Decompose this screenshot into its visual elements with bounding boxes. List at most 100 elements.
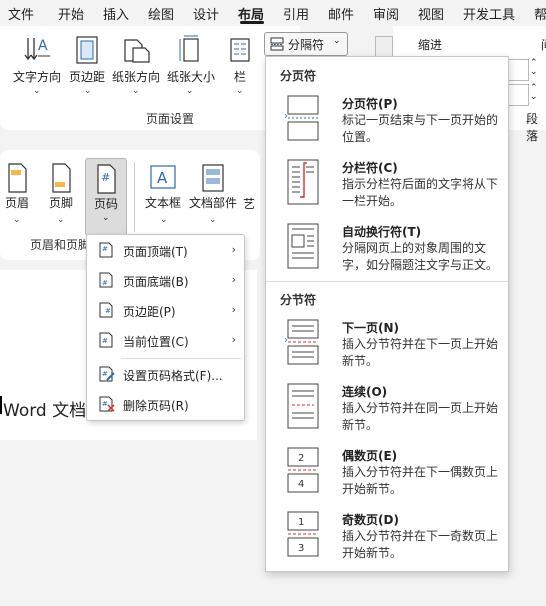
document-text: Word 文档 <box>3 401 87 421</box>
tab-insert[interactable]: 插入 <box>103 4 129 23</box>
column-break-item[interactable]: 分栏符(C) 指示分栏符后面的文字将从下一栏开始。 <box>266 159 508 221</box>
footer-button[interactable]: 页脚 <box>44 162 78 211</box>
svg-text:#: # <box>102 337 108 345</box>
footer-icon <box>52 163 71 193</box>
tab-developer[interactable]: 开发工具 <box>463 4 515 23</box>
odd-page-section-item[interactable]: 1 3 奇数页(D) 插入分节符并在下一奇数页上开始新节。 <box>266 511 508 573</box>
menu-item-current-position[interactable]: # 当前位置(C) › <box>87 327 244 355</box>
even-page-icon: 2 4 <box>287 447 319 493</box>
item-title: 自动换行符(T) <box>342 225 422 239</box>
columns-button[interactable]: 栏 <box>228 34 252 85</box>
pointer-icon: › <box>284 335 288 346</box>
page-number-label: 页码 <box>94 197 119 211</box>
orientation-label: 纸张方向 <box>111 70 160 84</box>
chevron-down-icon: ⌄ <box>33 86 41 96</box>
svg-text:#: # <box>102 370 108 378</box>
header-icon <box>8 163 27 193</box>
even-page-section-item[interactable]: 2 4 偶数页(E) 插入分节符并在下一偶数页上开始新节。 <box>266 447 508 509</box>
breaks-icon <box>270 37 284 51</box>
menu-item-format-page-numbers[interactable]: # 设置页码格式(F)... <box>87 361 244 389</box>
active-tab-indicator <box>240 21 264 24</box>
item-title: 分栏符(C) <box>342 161 398 175</box>
textbox-button[interactable]: A 文本框 <box>143 162 183 211</box>
breaks-label: 分隔符 <box>288 38 325 52</box>
item-description: 插入分节符并在下一偶数页上开始新节。 <box>342 465 499 496</box>
page-breaks-heading: 分页符 <box>280 69 317 83</box>
chevron-down-icon: ⌄ <box>102 213 110 223</box>
page-top-icon: # <box>99 242 113 258</box>
menu-item-remove-page-numbers[interactable]: # 删除页码(R) <box>87 391 244 419</box>
size-button[interactable]: 纸张大小 <box>166 34 216 85</box>
margins-label: 页边距 <box>68 70 105 84</box>
tab-mailings[interactable]: 邮件 <box>328 4 354 23</box>
menu-item-bottom-of-page[interactable]: # 页面底端(B) › <box>87 267 244 295</box>
menu-item-page-margins[interactable]: # 页边距(P) › <box>87 297 244 325</box>
current-position-icon: # <box>99 332 113 348</box>
orientation-button[interactable]: 纸张方向 <box>110 34 162 85</box>
paragraph-group-label: 段落 <box>526 112 539 143</box>
indent-label: 缩进 <box>418 38 443 52</box>
odd-page-label: 3 <box>298 543 304 554</box>
chevron-down-icon: ⌄ <box>160 215 168 225</box>
page-number-icon: # <box>97 164 116 194</box>
chevron-down-icon: ⌄ <box>57 215 65 225</box>
svg-text:#: # <box>102 400 108 408</box>
text-direction-icon: A <box>24 38 50 61</box>
page-number-button[interactable]: # 页码 ⌄ <box>85 158 127 236</box>
text-wrapping-break-item[interactable]: 自动换行符(T) 分隔网页上的对象周围的文字，如分隔题注文字与正文。 <box>266 223 508 285</box>
margins-button[interactable]: 页边距 <box>68 34 106 85</box>
format-page-number-icon: # <box>99 366 115 382</box>
spinner-icon[interactable]: ⌃ ⌄ <box>530 59 538 77</box>
columns-label: 栏 <box>233 70 246 84</box>
chevron-down-icon: ⌄ <box>209 215 217 225</box>
tab-references[interactable]: 引用 <box>283 4 309 23</box>
continuous-section-item[interactable]: 连续(O) 插入分节符并在同一页上开始新节。 <box>266 383 508 445</box>
group-divider <box>134 162 135 232</box>
chevron-right-icon: › <box>231 303 236 316</box>
header-button[interactable]: 页眉 <box>2 162 32 211</box>
breaks-button[interactable]: 分隔符 ⌄ <box>264 32 348 56</box>
quick-parts-label: 文档部件 <box>188 196 237 210</box>
header-footer-group-label: 页眉和页脚 <box>30 238 91 252</box>
item-title: 偶数页(E) <box>342 449 398 463</box>
tab-file[interactable]: 文件 <box>8 4 34 23</box>
layout-ribbon: A 文字方向 ⌄ 页边距 ⌄ 纸张方向 ⌄ 纸张大小 ⌄ 栏 ⌄ 页面设置 <box>0 26 300 130</box>
spacing-label-cut: 间 <box>541 36 546 53</box>
menu-item-top-of-page[interactable]: # 页面顶端(T) › <box>87 237 244 265</box>
chevron-down-icon: ⌄ <box>236 86 244 96</box>
textbox-label: 文本框 <box>144 196 181 210</box>
remove-page-number-icon: # <box>99 396 115 412</box>
text-wrapping-icon <box>287 223 319 269</box>
menu-divider <box>121 358 241 359</box>
text-direction-button[interactable]: A 文字方向 <box>10 34 64 85</box>
tab-home[interactable]: 开始 <box>58 4 84 23</box>
menu-item-label: 页面顶端(T) <box>123 245 188 259</box>
spinner-icon[interactable]: ⌃ ⌄ <box>530 84 538 102</box>
svg-text:A: A <box>38 38 48 54</box>
quick-parts-icon <box>202 164 224 192</box>
chevron-down-icon: ⌄ <box>84 86 92 96</box>
odd-page-icon: 1 3 <box>287 511 319 557</box>
menu-item-label: 页面底端(B) <box>123 275 189 289</box>
menu-bar: 文件 开始 插入 绘图 设计 布局 引用 邮件 审阅 视图 开发工具 帮 <box>0 0 546 24</box>
wordart-label[interactable]: 艺 <box>243 195 255 212</box>
chevron-down-icon: ⌄ <box>186 86 194 96</box>
next-page-icon <box>287 319 319 365</box>
even-page-label: 4 <box>298 479 304 490</box>
tab-view[interactable]: 视图 <box>418 4 444 23</box>
tab-design[interactable]: 设计 <box>193 4 219 23</box>
menu-item-label: 设置页码格式(F)... <box>123 369 223 383</box>
page-break-icon <box>287 95 319 141</box>
tab-help[interactable]: 帮 <box>534 4 546 23</box>
page-size-icon <box>179 35 199 62</box>
quick-parts-button[interactable]: 文档部件 <box>187 162 239 211</box>
chevron-down-icon: ⌄ <box>13 215 21 225</box>
tab-review[interactable]: 审阅 <box>373 4 399 23</box>
menu-item-label: 当前位置(C) <box>123 335 189 349</box>
svg-text:#: # <box>105 307 111 315</box>
chevron-right-icon: › <box>231 243 236 256</box>
page-break-item[interactable]: › 分页符(P) 标记一页结束与下一页开始的位置。 <box>266 95 508 157</box>
menu-item-label: 删除页码(R) <box>123 399 189 413</box>
tab-draw[interactable]: 绘图 <box>148 4 174 23</box>
next-page-section-item[interactable]: › 下一页(N) 插入分节符并在下一页上开始新节。 <box>266 319 508 381</box>
